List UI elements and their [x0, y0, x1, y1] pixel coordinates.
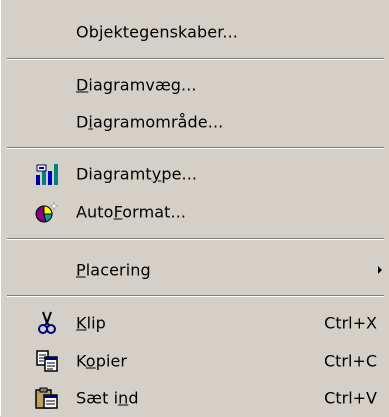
menu-item-chart-area[interactable]: Diagramområde...: [1, 103, 389, 141]
menu-item-label: AutoFormat...: [76, 202, 187, 222]
menu-item-label: Objektegenskaber...: [76, 22, 238, 42]
submenu-arrow-icon: [378, 266, 382, 274]
menu-separator: [7, 238, 384, 240]
menu-item-label: Diagramtype...: [76, 164, 198, 184]
autoformat-icon: [34, 200, 60, 224]
menu-item-copy[interactable]: Kopier Ctrl+C: [1, 342, 389, 380]
menu-item-object-properties[interactable]: Objektegenskaber...: [1, 13, 389, 51]
menu-separator: [7, 147, 384, 149]
chart-type-icon: [34, 162, 60, 186]
context-menu: Objektegenskaber... Diagramvæg... Diagra…: [0, 0, 389, 416]
menu-separator: [7, 295, 384, 297]
menu-item-chart-wall[interactable]: Diagramvæg...: [1, 66, 389, 104]
menu-item-autoformat[interactable]: AutoFormat...: [1, 193, 389, 231]
menu-item-label: Kopier: [76, 351, 128, 371]
menu-item-shortcut: Ctrl+V: [324, 388, 377, 408]
menu-item-label: Klip: [76, 313, 106, 333]
paste-icon: [34, 386, 60, 410]
menu-item-label: Diagramvæg...: [76, 75, 197, 95]
menu-separator: [7, 58, 384, 60]
menu-item-chart-type[interactable]: Diagramtype...: [1, 155, 389, 193]
scissors-icon: [34, 311, 60, 335]
menu-item-cut[interactable]: Klip Ctrl+X: [1, 304, 389, 342]
menu-item-placement[interactable]: Placering: [1, 251, 389, 289]
menu-item-shortcut: Ctrl+C: [323, 351, 377, 371]
menu-item-shortcut: Ctrl+X: [324, 313, 377, 333]
menu-item-paste[interactable]: Sæt ind Ctrl+V: [1, 379, 389, 417]
copy-icon: [34, 349, 60, 373]
menu-item-label: Diagramområde...: [76, 112, 224, 132]
menu-item-label: Sæt ind: [76, 388, 139, 408]
menu-item-label: Placering: [76, 260, 151, 280]
